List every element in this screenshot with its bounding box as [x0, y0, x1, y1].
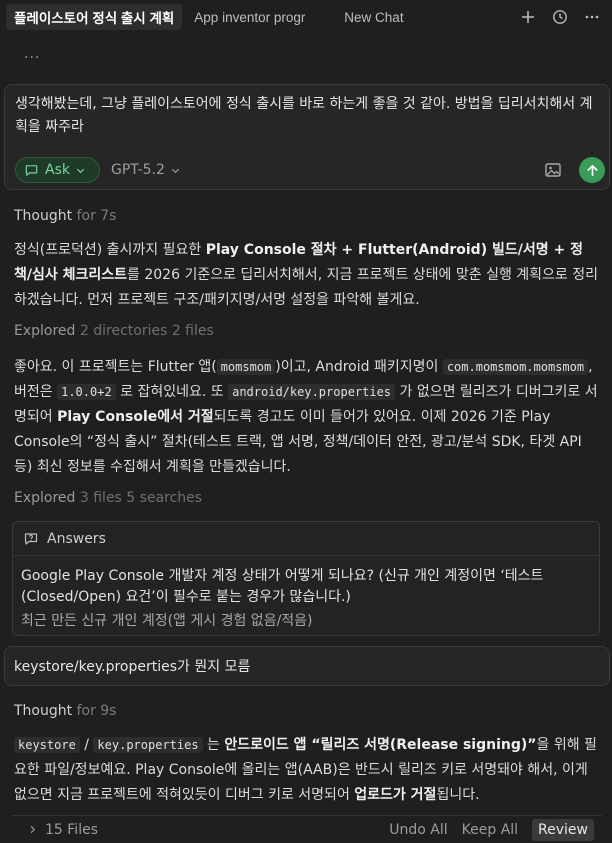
files-toggle[interactable]: 15 Files	[12, 822, 98, 838]
thought-header[interactable]: Thought for 9s	[14, 703, 116, 719]
model-selector[interactable]: GPT-5.2	[111, 162, 180, 178]
review-button[interactable]: Review	[532, 819, 594, 841]
explored-detail: 2 directories 2 files	[79, 323, 214, 339]
assistant-message-1: 정식(프로덕션) 출시까지 필요한 Play Console 절차 + Flut…	[14, 238, 600, 313]
assistant-message-3: keystore / key.properties 는 안드로이드 앱 “릴리즈…	[14, 733, 600, 808]
tab-playstore-plan[interactable]: 플레이스토어 정식 출시 계획	[6, 4, 183, 30]
thought-duration: for 9s	[76, 703, 117, 719]
question-bubble-icon	[24, 532, 38, 545]
prompt-box[interactable]: 생각해봤는데, 그냥 플레이스토어에 정식 출시를 바로 하는게 좋을 것 같아…	[4, 84, 610, 190]
text-span: 됩니다.	[436, 787, 480, 803]
collapsed-history-ellipsis[interactable]: ···	[24, 50, 40, 66]
text-span: 로 잡혀있네요. 또	[115, 384, 229, 400]
text-span: 정식(프로덕션) 출시까지 필요한	[14, 242, 206, 258]
mode-label: Ask	[45, 162, 70, 178]
bold-span: Play Console에서 거절	[57, 409, 214, 425]
text-span: )이고, Android 패키지명이	[275, 359, 443, 375]
explored-detail: 3 files 5 searches	[79, 490, 203, 506]
explored-label: Explored	[14, 490, 76, 506]
inline-code: com.momsmom.momsmom	[442, 359, 589, 375]
inline-code: momsmom	[216, 359, 276, 375]
clock-icon[interactable]	[548, 5, 572, 29]
tab-new-chat[interactable]: New Chat	[336, 4, 411, 30]
image-icon[interactable]	[543, 160, 563, 180]
tab-app-inventor[interactable]: App inventor progr	[186, 4, 334, 30]
answers-card: Answers Google Play Console 개발자 계정 상태가 어…	[12, 521, 600, 636]
explored-label: Explored	[14, 323, 76, 339]
inline-code: android/key.properties	[228, 384, 396, 400]
plus-icon[interactable]	[516, 5, 540, 29]
answers-answer: 최근 만든 신규 개인 계정(앱 게시 경험 없음/적음)	[21, 613, 313, 629]
inline-code: key.properties	[93, 737, 203, 753]
inline-code: 1.0.0+2	[57, 384, 116, 400]
model-label: GPT-5.2	[111, 162, 165, 178]
changes-bar: 15 Files Undo All Keep All Review	[12, 815, 602, 843]
thought-label: Thought	[14, 703, 73, 719]
assistant-message-2: 좋아요. 이 프로젝트는 Flutter 앱(momsmom)이고, Andro…	[14, 355, 600, 480]
text-span: /	[79, 737, 94, 753]
answers-header[interactable]: Answers	[13, 522, 599, 556]
files-count: 15 Files	[45, 821, 98, 838]
chevron-right-icon	[30, 825, 36, 834]
thought-label: Thought	[14, 208, 73, 224]
chevron-down-icon	[171, 168, 179, 173]
bold-span: 업로드가 거절	[354, 787, 437, 803]
text-span: 는	[202, 737, 225, 753]
answers-title: Answers	[47, 530, 106, 547]
chat-bubble-icon	[25, 164, 38, 176]
thought-header[interactable]: Thought for 7s	[14, 208, 116, 224]
send-button[interactable]	[579, 157, 605, 183]
thought-duration: for 7s	[76, 208, 117, 224]
tab-bar: 플레이스토어 정식 출시 계획 App inventor progr New C…	[0, 0, 612, 34]
user-message[interactable]: keystore/key.properties가 뭔지 모름	[4, 646, 610, 686]
undo-all-button[interactable]: Undo All	[389, 822, 447, 838]
text-span: 좋아요. 이 프로젝트는 Flutter 앱(	[14, 359, 217, 375]
chevron-down-icon	[76, 168, 85, 173]
explored-summary-2[interactable]: Explored 3 files 5 searches	[14, 490, 202, 506]
explored-summary-1[interactable]: Explored 2 directories 2 files	[14, 323, 214, 339]
arrow-up-icon	[586, 164, 598, 176]
mode-selector[interactable]: Ask	[15, 157, 100, 183]
keep-all-button[interactable]: Keep All	[462, 822, 518, 838]
bold-span: 안드로이드 앱 “릴리즈 서명(Release signing)”	[224, 737, 537, 753]
answers-question: Google Play Console 개발자 계정 상태가 어떻게 되나요? …	[21, 568, 544, 605]
more-icon[interactable]	[580, 5, 604, 29]
inline-code: keystore	[14, 737, 80, 753]
prompt-text: 생각해봤는데, 그냥 플레이스토어에 정식 출시를 바로 하는게 좋을 것 같아…	[15, 96, 593, 135]
